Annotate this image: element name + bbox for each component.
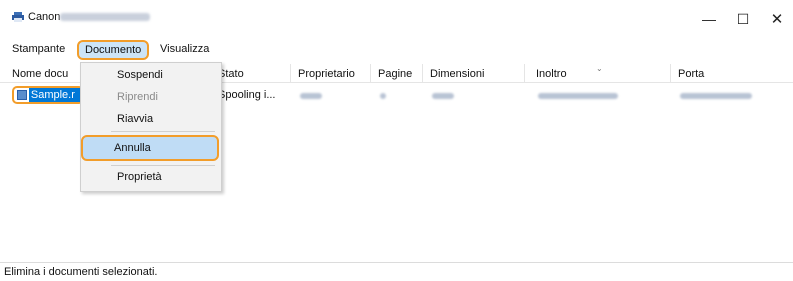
column-header-porta[interactable]: Porta	[678, 68, 704, 80]
sort-chevron-icon: ⌄	[596, 64, 603, 73]
menu-bar: Stampante Documento Visualizza	[0, 39, 793, 61]
column-divider[interactable]	[670, 64, 671, 82]
column-divider[interactable]	[422, 64, 423, 82]
print-queue-window: Canon — ☐ ✕ Stampante Documento Visualiz…	[0, 0, 793, 281]
menu-separator	[111, 131, 215, 132]
pages-redacted	[380, 93, 386, 99]
printer-icon	[12, 12, 24, 22]
close-button[interactable]: ✕	[768, 10, 786, 28]
column-header-dimensioni[interactable]: Dimensioni	[430, 68, 484, 80]
status-cell: Spooling i...	[218, 89, 276, 101]
menu-item-annulla-label: Annulla	[114, 142, 151, 154]
menu-item-proprieta[interactable]: Proprietà	[117, 171, 162, 183]
menu-visualizza[interactable]: Visualizza	[160, 43, 209, 55]
menu-item-sospendi[interactable]: Sospendi	[117, 69, 163, 81]
document-name-cell[interactable]: Sample.r	[12, 86, 84, 104]
menu-separator	[111, 165, 215, 166]
port-redacted	[680, 93, 752, 99]
title-redacted	[60, 13, 150, 21]
maximize-button[interactable]: ☐	[734, 10, 752, 28]
column-divider[interactable]	[370, 64, 371, 82]
submitted-redacted	[538, 93, 618, 99]
column-header-nome[interactable]: Nome docu	[12, 68, 68, 80]
column-divider[interactable]	[290, 64, 291, 82]
document-icon	[17, 90, 27, 100]
menu-stampante[interactable]: Stampante	[12, 43, 65, 55]
column-divider[interactable]	[524, 64, 525, 82]
document-name: Sample.r	[28, 88, 82, 102]
column-header-inoltro[interactable]: Inoltro	[536, 68, 567, 80]
menu-item-riprendi: Riprendi	[117, 91, 158, 103]
menu-item-riavvia[interactable]: Riavvia	[117, 113, 153, 125]
menu-item-annulla[interactable]: Annulla	[81, 135, 219, 161]
title-bar: Canon — ☐ ✕	[0, 0, 793, 38]
column-header-proprietario[interactable]: Proprietario	[298, 68, 355, 80]
window-title: Canon	[28, 11, 61, 23]
documento-dropdown-menu: Sospendi Riprendi Riavvia Annulla Propri…	[80, 62, 222, 192]
status-bar: Elimina i documenti selezionati.	[0, 262, 793, 281]
status-text: Elimina i documenti selezionati.	[4, 266, 158, 278]
minimize-button[interactable]: —	[700, 10, 718, 28]
owner-redacted	[300, 93, 322, 99]
size-redacted	[432, 93, 454, 99]
column-header-pagine[interactable]: Pagine	[378, 68, 412, 80]
menu-documento[interactable]: Documento	[77, 40, 150, 60]
